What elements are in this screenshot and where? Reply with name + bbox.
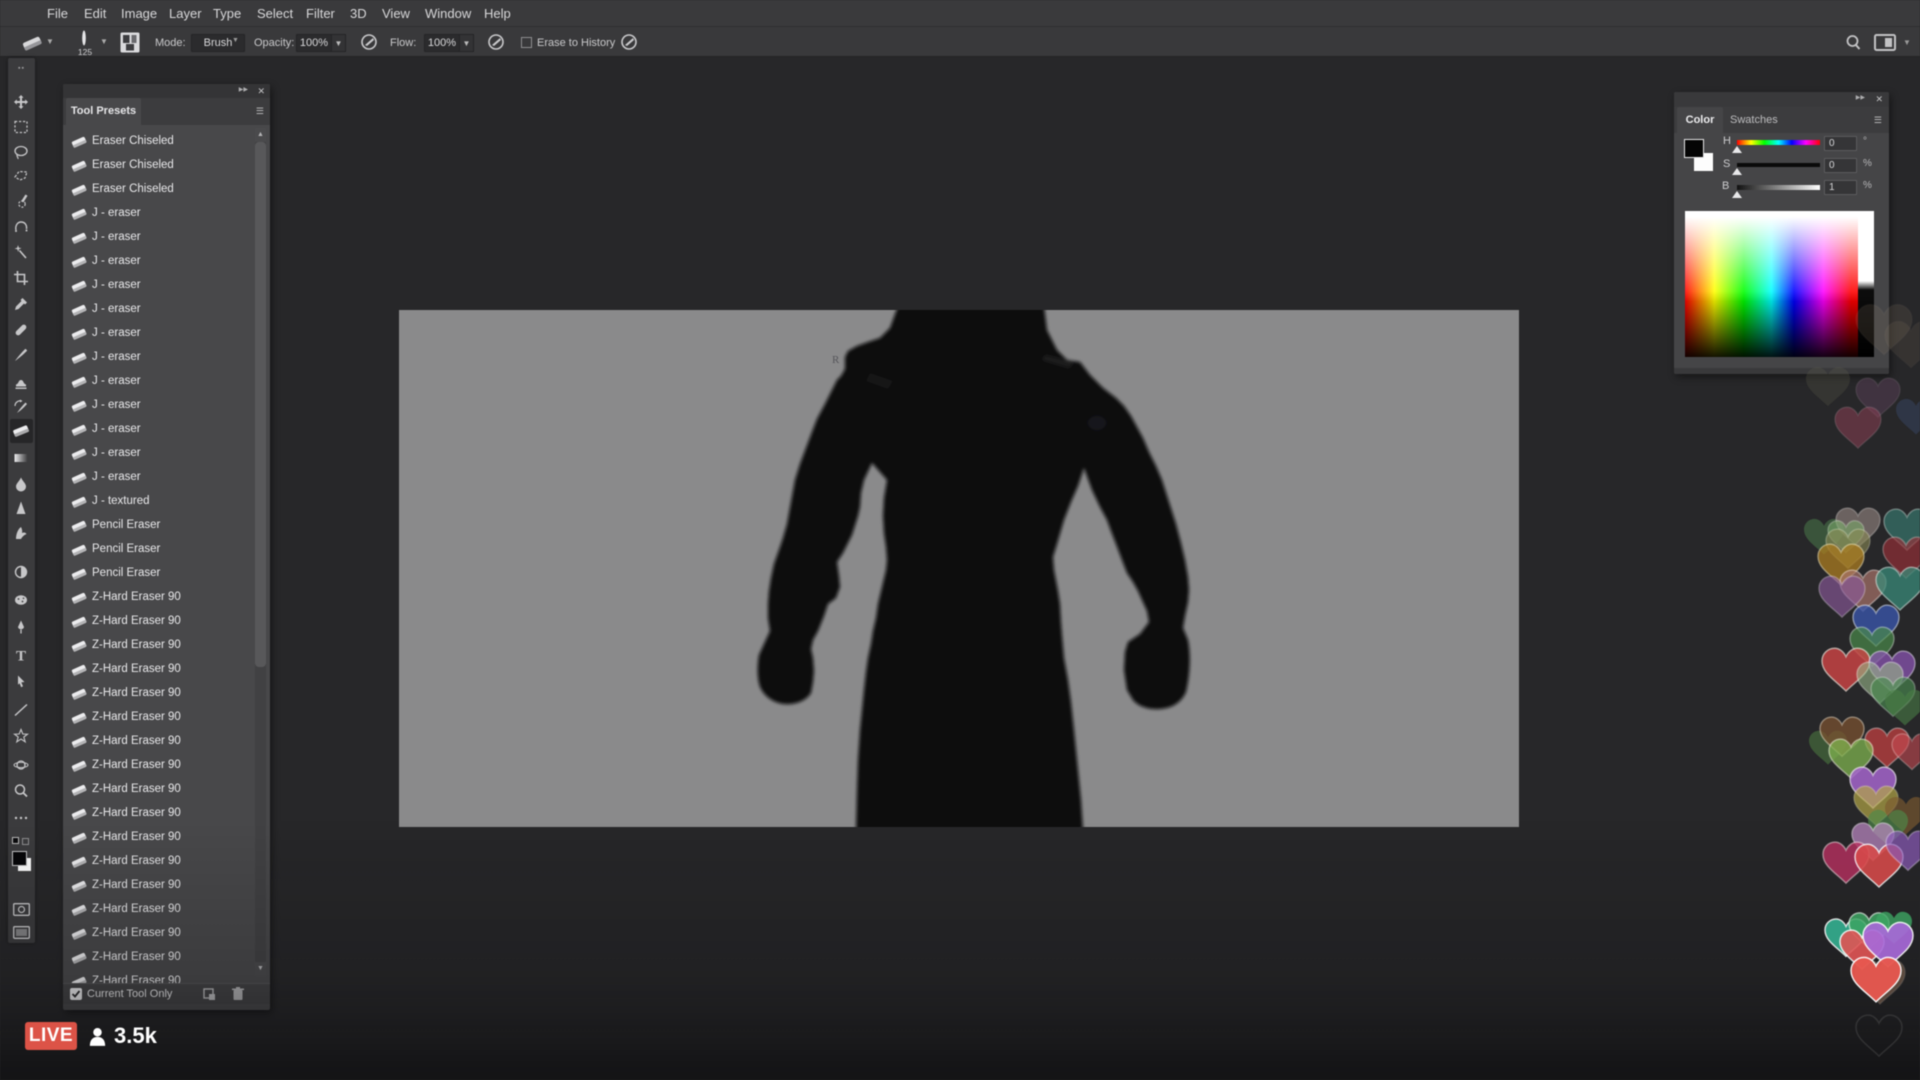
svg-text:T: T [16, 649, 26, 664]
svg-text:125: 125 [78, 47, 92, 57]
svg-text:R: R [832, 354, 840, 366]
